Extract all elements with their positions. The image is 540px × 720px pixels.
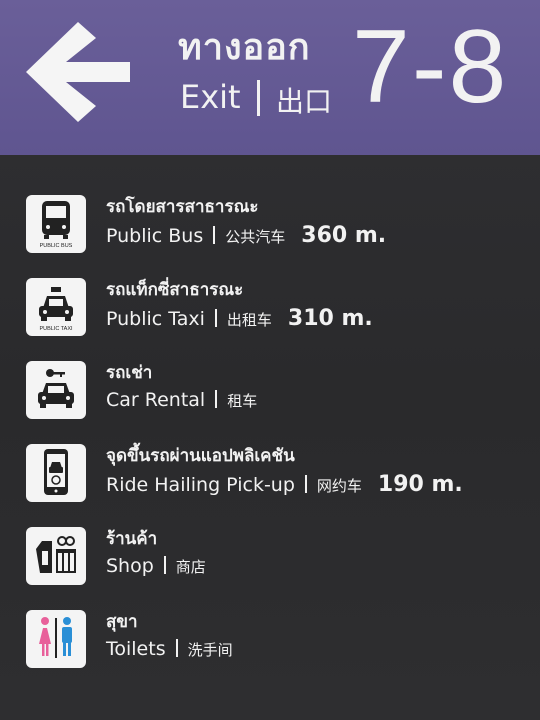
destination-english: Shop	[106, 555, 154, 577]
divider	[304, 475, 307, 493]
toilet-icon	[26, 610, 86, 668]
destination-english: Public Bus	[106, 225, 204, 247]
exit-label-chinese: 出口	[276, 85, 333, 118]
distance: 360 m.	[301, 223, 387, 248]
exit-label-thai: ทางออก	[178, 27, 311, 68]
destination-english: Ride Hailing Pick-up	[106, 474, 295, 496]
exit-number: 7-8	[352, 9, 509, 125]
destination-line: Ride Hailing Pick-up 网约车 190 m.	[106, 472, 463, 497]
destination-chinese: 租车	[227, 392, 258, 410]
distance: 190 m.	[377, 472, 463, 497]
icon-caption: PUBLIC BUS	[39, 243, 73, 249]
bus-icon: PUBLIC BUS	[26, 195, 86, 253]
divider	[215, 390, 218, 408]
destination-thai: รถเช่า	[106, 363, 153, 383]
taxi-icon: PUBLIC TAXI	[26, 278, 86, 336]
list-item: PUBLIC BUS รถโดยสารสาธารณะ Public Bus 公共汽…	[0, 195, 540, 275]
list-item: PUBLIC TAXI รถแท็กซี่สาธารณะ Public Taxi…	[0, 278, 540, 358]
destination-chinese: 洗手间	[187, 641, 233, 659]
left-arrow-icon	[26, 22, 130, 122]
destination-line: Public Taxi 出租车 310 m.	[106, 306, 373, 331]
divider	[175, 639, 178, 657]
divider	[163, 556, 166, 574]
divider	[213, 226, 216, 244]
destination-english: Public Taxi	[106, 308, 205, 330]
destination-chinese: 公共汽车	[225, 228, 286, 246]
destination-thai: รถโดยสารสาธารณะ	[106, 197, 259, 217]
list-item: รถเช่า Car Rental 租车	[0, 361, 540, 441]
destination-chinese: 出租车	[226, 311, 272, 329]
destination-line: Public Bus 公共汽车 360 m.	[106, 223, 386, 248]
destination-chinese: 商店	[175, 558, 206, 576]
list-item: สุขา Toilets 洗手间	[0, 610, 540, 690]
destination-line: Shop 商店	[106, 555, 206, 577]
list-item: จุดขึ้นรถผ่านแอปพลิเคชัน Ride Hailing Pi…	[0, 444, 540, 524]
destination-english: Car Rental	[106, 389, 206, 411]
destination-chinese: 网约车	[316, 477, 362, 495]
wayfinding-sign: ทางออก Exit 出口 7-8 PUBLIC BUS รถโดยสารสา…	[0, 0, 540, 720]
shop-icon	[26, 527, 86, 585]
destination-line: Toilets 洗手间	[106, 638, 233, 660]
ride-hailing-phone-icon	[26, 444, 86, 502]
list-item: ร้านค้า Shop 商店	[0, 527, 540, 607]
destination-thai: ร้านค้า	[106, 529, 158, 549]
icon-caption: PUBLIC TAXI	[39, 326, 73, 332]
exit-label-english: Exit	[180, 78, 241, 116]
exit-header: ทางออก Exit 出口 7-8	[0, 0, 540, 155]
car-rental-icon	[26, 361, 86, 419]
destination-thai: จุดขึ้นรถผ่านแอปพลิเคชัน	[106, 446, 295, 466]
destination-thai: สุขา	[106, 612, 138, 632]
distance: 310 m.	[287, 306, 373, 331]
destination-english: Toilets	[106, 638, 166, 660]
divider	[214, 309, 217, 327]
destination-thai: รถแท็กซี่สาธารณะ	[106, 280, 244, 300]
divider	[257, 80, 260, 116]
destination-line: Car Rental 租车	[106, 389, 257, 411]
